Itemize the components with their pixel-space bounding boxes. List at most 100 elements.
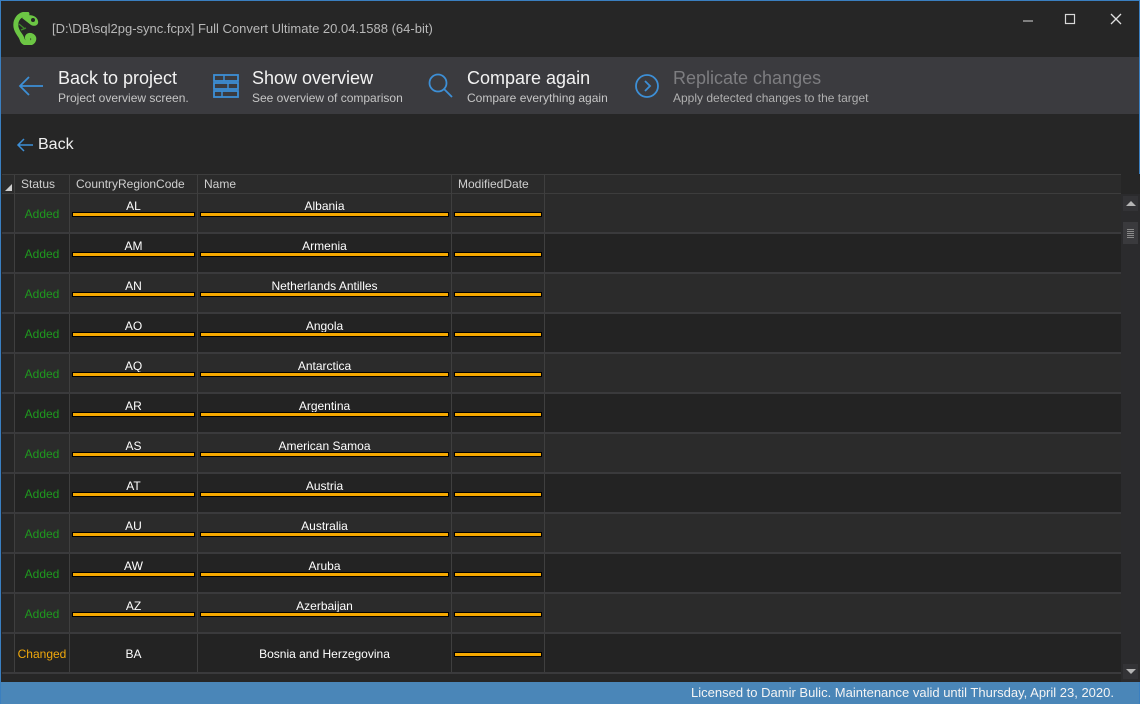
back-to-project-title: Back to project — [58, 68, 178, 88]
status-badge: Added — [24, 287, 60, 301]
country-region-code-cell[interactable]: AM — [70, 234, 198, 272]
change-marker — [455, 213, 541, 216]
name-cell[interactable]: Antarctica — [198, 354, 452, 392]
status-badge: Added — [24, 527, 60, 541]
status-badge: Added — [24, 407, 60, 421]
row-selector[interactable] — [2, 394, 15, 432]
row-selector[interactable] — [2, 594, 15, 632]
minimize-button[interactable] — [1016, 9, 1040, 29]
name-cell[interactable]: American Samoa — [198, 434, 452, 472]
table-row[interactable]: Added AQ Antarctica — [2, 354, 1121, 394]
column-header-status[interactable]: Status — [15, 175, 70, 194]
table-row[interactable]: Added AR Argentina — [2, 394, 1121, 434]
name-cell[interactable]: Azerbaijan — [198, 594, 452, 632]
name-cell[interactable]: Australia — [198, 514, 452, 552]
change-marker — [73, 413, 194, 416]
country-region-code-value: AN — [125, 279, 142, 293]
change-marker — [455, 653, 541, 656]
scroll-up-button[interactable] — [1123, 196, 1138, 211]
table-row[interactable]: Added AL Albania — [2, 194, 1121, 234]
change-marker — [455, 533, 541, 536]
name-cell[interactable]: Bosnia and Herzegovina — [198, 634, 452, 672]
name-cell[interactable]: Netherlands Antilles — [198, 274, 452, 312]
table-row[interactable]: Added AN Netherlands Antilles — [2, 274, 1121, 314]
name-value: Armenia — [302, 239, 347, 253]
table-row[interactable]: Added AW Aruba — [2, 554, 1121, 594]
modified-date-cell[interactable] — [452, 394, 545, 432]
change-marker — [73, 213, 194, 216]
select-all-corner[interactable] — [2, 175, 15, 194]
status-cell: Added — [15, 554, 70, 592]
name-cell[interactable]: Armenia — [198, 234, 452, 272]
row-selector[interactable] — [2, 554, 15, 592]
row-selector[interactable] — [2, 194, 15, 232]
country-region-code-cell[interactable]: AL — [70, 194, 198, 232]
country-region-code-cell[interactable]: AU — [70, 514, 198, 552]
modified-date-cell[interactable] — [452, 194, 545, 232]
country-region-code-cell[interactable]: AZ — [70, 594, 198, 632]
modified-date-cell[interactable] — [452, 434, 545, 472]
arrow-left-icon — [16, 138, 33, 152]
table-row[interactable]: Added AS American Samoa — [2, 434, 1121, 474]
table-row[interactable]: Added AM Armenia — [2, 234, 1121, 274]
status-badge: Added — [24, 487, 60, 501]
compare-again-button[interactable]: Compare again Compare everything again — [409, 57, 627, 114]
modified-date-cell[interactable] — [452, 314, 545, 352]
grid-header: Status CountryRegionCode Name ModifiedDa… — [2, 174, 1121, 194]
column-header-name[interactable]: Name — [198, 175, 452, 194]
change-marker — [201, 293, 448, 296]
country-region-code-cell[interactable]: AN — [70, 274, 198, 312]
modified-date-cell[interactable] — [452, 234, 545, 272]
name-value: Angola — [305, 319, 344, 333]
name-cell[interactable]: Austria — [198, 474, 452, 512]
scroll-down-button[interactable] — [1123, 664, 1138, 679]
name-cell[interactable]: Argentina — [198, 394, 452, 432]
modified-date-cell[interactable] — [452, 634, 545, 672]
row-selector[interactable] — [2, 634, 15, 672]
modified-date-cell[interactable] — [452, 594, 545, 632]
vertical-scrollbar[interactable] — [1121, 194, 1140, 682]
modified-date-cell[interactable] — [452, 274, 545, 312]
country-region-code-cell[interactable]: AT — [70, 474, 198, 512]
column-header-modified-date[interactable]: ModifiedDate — [452, 175, 545, 194]
table-row[interactable]: Added AU Australia — [2, 514, 1121, 554]
name-cell[interactable]: Angola — [198, 314, 452, 352]
maximize-button[interactable] — [1058, 9, 1082, 29]
status-cell: Added — [15, 234, 70, 272]
country-region-code-cell[interactable]: AW — [70, 554, 198, 592]
row-selector[interactable] — [2, 274, 15, 312]
close-button[interactable] — [1104, 9, 1128, 29]
table-row[interactable]: Added AT Austria — [2, 474, 1121, 514]
name-cell[interactable]: Aruba — [198, 554, 452, 592]
scroll-thumb[interactable] — [1123, 222, 1138, 244]
change-marker — [455, 493, 541, 496]
row-selector[interactable] — [2, 514, 15, 552]
status-badge: Added — [24, 207, 60, 221]
back-to-project-button[interactable]: Back to project Project overview screen. — [1, 57, 195, 114]
replicate-changes-button[interactable]: Replicate changes Apply detected changes… — [627, 57, 927, 114]
modified-date-cell[interactable] — [452, 354, 545, 392]
table-row[interactable]: Added AZ Azerbaijan — [2, 594, 1121, 634]
table-row[interactable]: Added AO Angola — [2, 314, 1121, 354]
back-link[interactable]: Back — [16, 134, 74, 156]
status-cell: Added — [15, 394, 70, 432]
country-region-code-cell[interactable]: AQ — [70, 354, 198, 392]
row-selector[interactable] — [2, 354, 15, 392]
row-selector[interactable] — [2, 234, 15, 272]
row-selector[interactable] — [2, 474, 15, 512]
country-region-code-cell[interactable]: AS — [70, 434, 198, 472]
show-overview-button[interactable]: Show overview See overview of comparison — [195, 57, 409, 114]
row-selector[interactable] — [2, 434, 15, 472]
modified-date-cell[interactable] — [452, 514, 545, 552]
table-overview-icon — [213, 74, 239, 98]
modified-date-cell[interactable] — [452, 554, 545, 592]
country-region-code-cell[interactable]: AO — [70, 314, 198, 352]
country-region-code-cell[interactable]: AR — [70, 394, 198, 432]
table-row[interactable]: Changed BA Bosnia and Herzegovina — [2, 634, 1121, 674]
row-selector[interactable] — [2, 314, 15, 352]
change-marker — [455, 293, 541, 296]
name-cell[interactable]: Albania — [198, 194, 452, 232]
country-region-code-cell[interactable]: BA — [70, 634, 198, 672]
column-header-country-region-code[interactable]: CountryRegionCode — [70, 175, 198, 194]
modified-date-cell[interactable] — [452, 474, 545, 512]
